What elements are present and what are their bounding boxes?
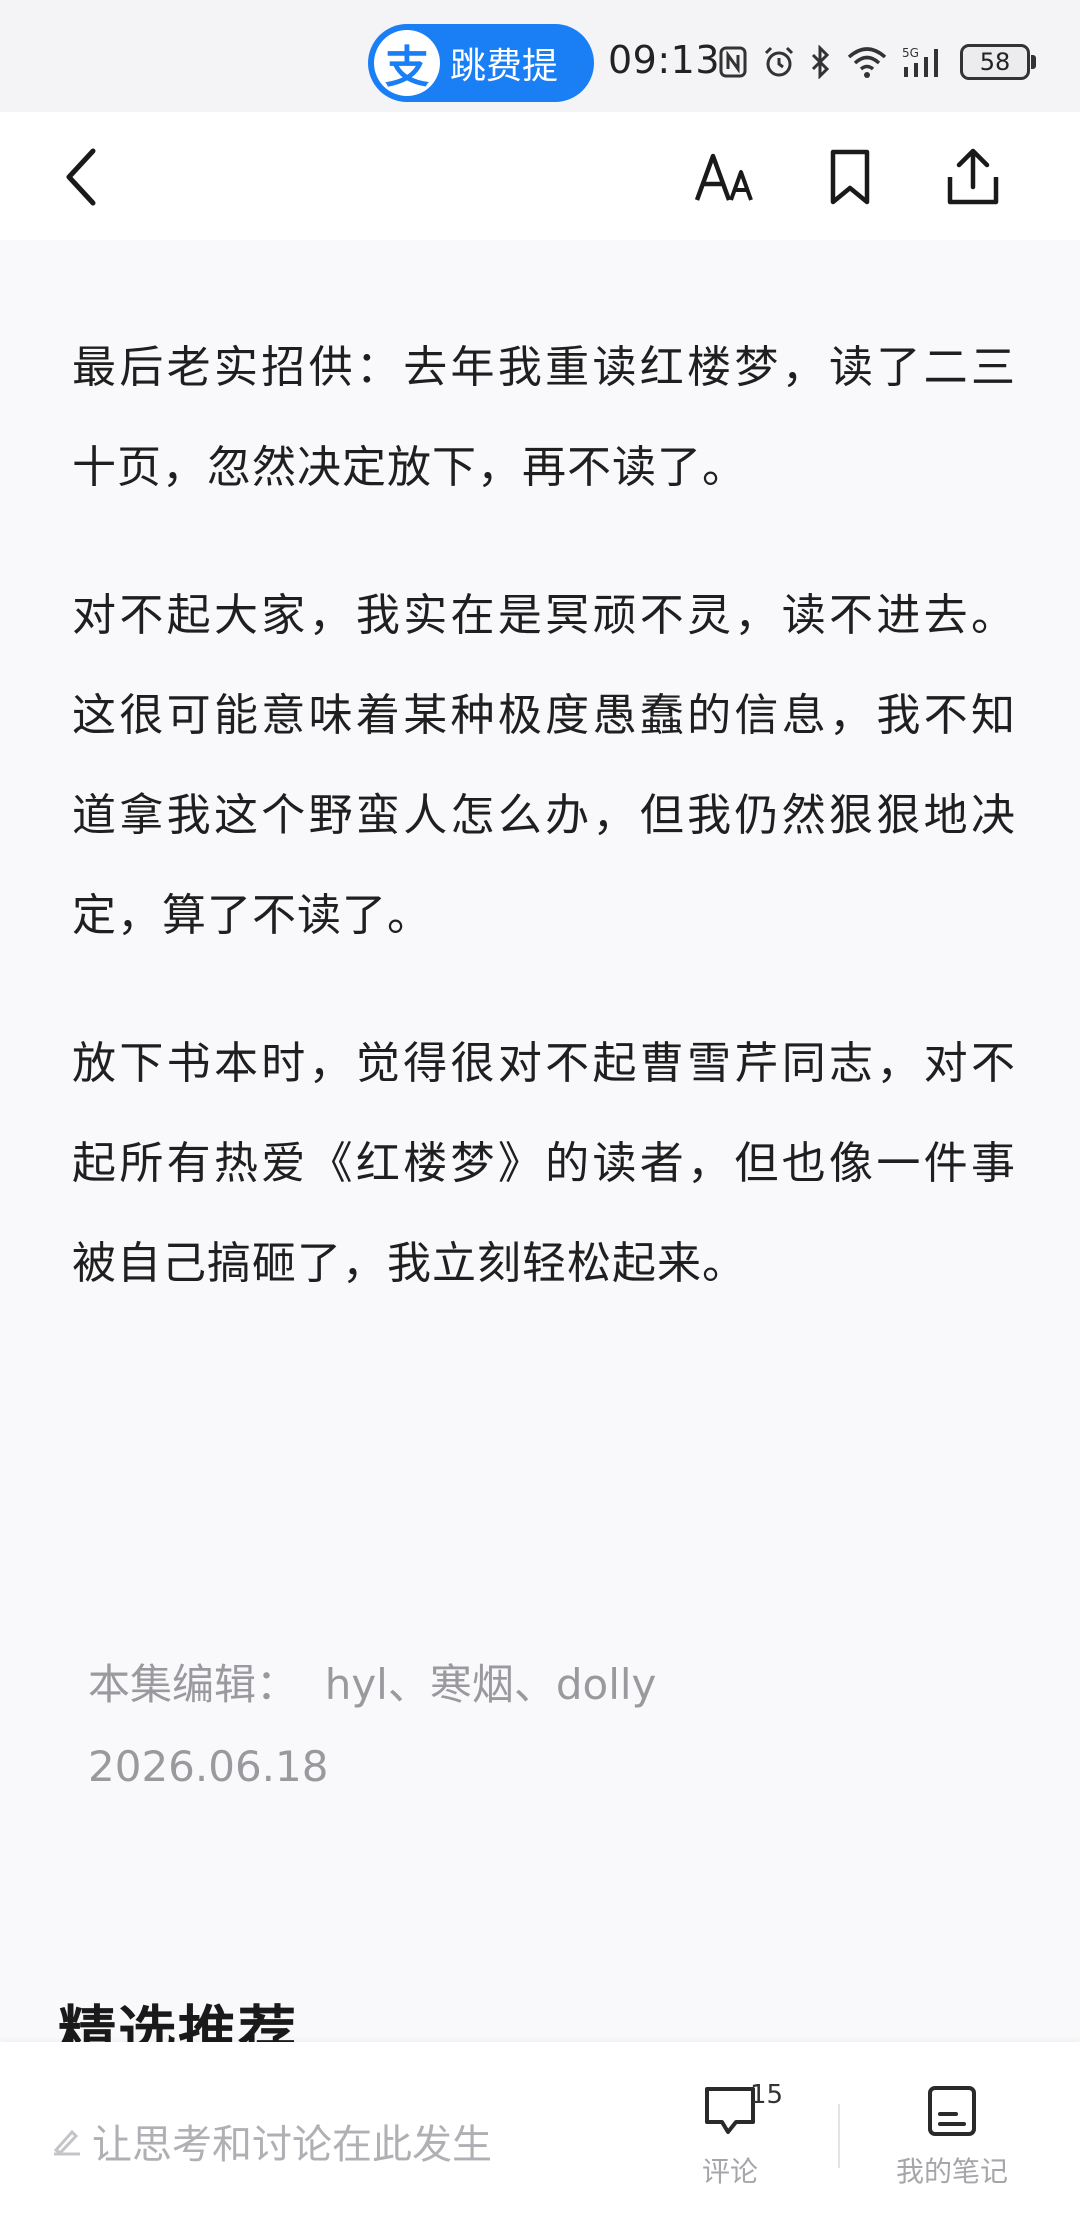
editor-credit: 本集编辑： hyl、寒烟、dolly	[88, 1660, 657, 1709]
bookmark-button[interactable]	[815, 142, 885, 212]
nfc-icon	[719, 46, 747, 78]
comment-count-badge: 15	[750, 2080, 784, 2110]
share-button[interactable]	[938, 142, 1008, 212]
share-icon	[947, 148, 999, 205]
chevron-left-icon	[66, 148, 96, 206]
bottom-divider	[838, 2104, 840, 2168]
pencil-icon	[53, 2129, 80, 2156]
alipay-pill[interactable]: 支 跳费提	[368, 24, 594, 102]
article-meta: 本集编辑： hyl、寒烟、dolly 2026.06.18	[88, 1657, 656, 1795]
bluetooth-icon	[811, 45, 830, 79]
font-size-icon	[694, 153, 753, 201]
top-nav-bar	[0, 112, 1080, 240]
notes-icon	[928, 2086, 976, 2136]
my-notes-label: 我的笔记	[896, 2155, 1009, 2188]
my-notes-button[interactable]: 我的笔记	[896, 2084, 1008, 2190]
alipay-logo-icon: 支	[374, 30, 440, 96]
comments-button[interactable]: 15 评论	[702, 2080, 783, 2190]
svg-text:5G: 5G	[902, 46, 919, 60]
battery-indicator: 58	[960, 44, 1036, 80]
status-icons: 5G 58	[718, 40, 1036, 84]
font-size-button[interactable]	[690, 142, 760, 212]
bookmark-icon	[830, 149, 870, 205]
comments-label: 评论	[702, 2155, 759, 2188]
wifi-icon	[847, 47, 887, 78]
article-paragraph: 最后老实招供：去年我重读红楼梦，读了二三十页，忽然决定放下，再不读了。	[72, 342, 1016, 493]
bottom-action-bar: 让思考和讨论在此发生 15 评论 我的笔记	[0, 2042, 1080, 2227]
alipay-pill-text: 跳费提	[450, 46, 559, 87]
battery-level: 58	[979, 48, 1011, 76]
status-bar: 支 跳费提 09:13 5G 58	[0, 0, 1080, 112]
publish-date: 2026.06.18	[88, 1742, 329, 1791]
article-paragraph: 对不起大家，我实在是冥顽不灵，读不进去。这很可能意味着某种极度愚蠢的信息，我不知…	[72, 590, 1016, 941]
article-paragraph: 放下书本时，觉得很对不起曹雪芹同志，对不起所有热爱《红楼梦》的读者，但也像一件事…	[72, 1038, 1016, 1289]
status-time: 09:13	[608, 38, 721, 82]
back-button[interactable]	[46, 142, 116, 212]
alarm-icon	[764, 46, 794, 77]
article-body: 最后老实招供：去年我重读红楼梦，读了二三十页，忽然决定放下，再不读了。 对不起大…	[72, 318, 1016, 1362]
comment-placeholder: 让思考和讨论在此发生	[92, 2122, 492, 2168]
comment-input[interactable]: 让思考和讨论在此发生	[52, 2112, 492, 2170]
signal-5g-icon: 5G	[902, 46, 938, 77]
